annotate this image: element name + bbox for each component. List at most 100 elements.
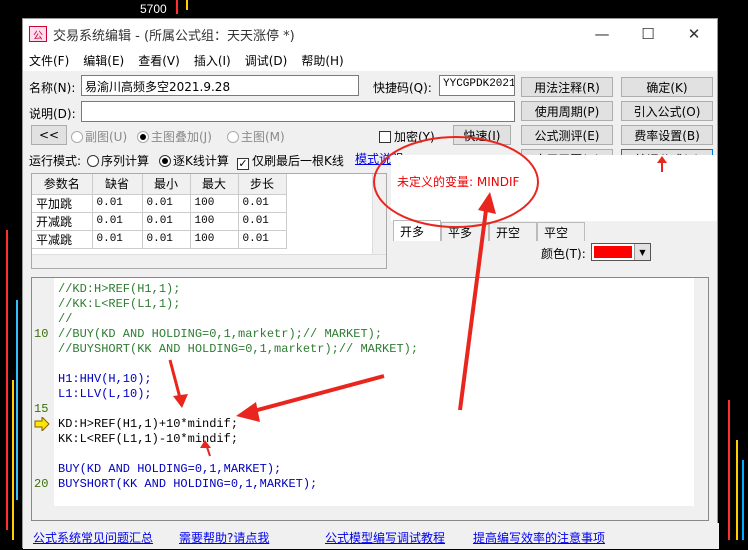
code-line[interactable]: //KK:L<REF(L1,1); xyxy=(58,297,180,312)
tab-open-long[interactable]: 开多 xyxy=(393,220,441,241)
tab-open-short[interactable]: 开空 xyxy=(489,222,537,241)
efficiency-tips-link[interactable]: 提高编写效率的注意事项 xyxy=(473,529,605,546)
import-formula-button[interactable]: 引入公式(O) xyxy=(621,101,713,121)
param-max[interactable]: 100 xyxy=(190,194,239,213)
table-row[interactable]: 平减跳 0.01 0.01 100 0.01 xyxy=(32,230,287,249)
param-step[interactable]: 0.01 xyxy=(238,230,287,249)
shortcut-field[interactable]: YYCGPDK2021 xyxy=(439,75,515,96)
chart-price-label: 5700 xyxy=(140,2,167,16)
menu-help[interactable]: 帮助(H) xyxy=(301,52,343,69)
sequence-label: 序列计算 xyxy=(101,154,150,168)
desc-field[interactable] xyxy=(81,101,515,122)
param-step[interactable]: 0.01 xyxy=(238,212,287,231)
code-line[interactable]: BUY(KD AND HOLDING=0,1,MARKET); xyxy=(58,462,281,477)
table-row[interactable]: 开减跳 0.01 0.01 100 0.01 xyxy=(32,212,287,231)
param-max[interactable]: 100 xyxy=(190,230,239,249)
chart-candle xyxy=(736,440,738,540)
error-message: 未定义的变量: MINDIF xyxy=(397,175,520,189)
table-row[interactable]: 平加跳 0.01 0.01 100 0.01 xyxy=(32,194,287,213)
param-min[interactable]: 0.01 xyxy=(142,194,191,213)
title-bar[interactable]: 公 交易系统编辑 - (所属公式组：天天涨停 *) — ☐ ✕ xyxy=(23,19,717,49)
radio-icon xyxy=(137,131,149,143)
param-name[interactable]: 平减跳 xyxy=(32,230,93,249)
fee-settings-button[interactable]: 费率设置(B) xyxy=(621,125,713,145)
sub-chart-radio[interactable]: 副图(U) xyxy=(71,128,127,145)
desc-label: 说明(D): xyxy=(29,107,76,121)
code-line[interactable]: // xyxy=(58,312,72,327)
param-default[interactable]: 0.01 xyxy=(92,212,143,231)
col-header: 缺省 xyxy=(92,174,143,195)
param-max[interactable]: 100 xyxy=(190,212,239,231)
app-icon: 公 xyxy=(29,26,47,42)
param-min[interactable]: 0.01 xyxy=(142,212,191,231)
checkbox-icon xyxy=(379,131,391,143)
formula-editor-window: 公 交易系统编辑 - (所属公式组：天天涨停 *) — ☐ ✕ 文件(F) 编辑… xyxy=(22,18,719,549)
use-period-button[interactable]: 使用周期(P) xyxy=(521,101,613,121)
footer-bar: 公式系统常见问题汇总 需要帮助?请点我 公式模型编写调试教程 提高编写效率的注意… xyxy=(23,523,719,549)
params-horizontal-scrollbar[interactable] xyxy=(32,254,386,268)
encrypt-label: 加密(Y) xyxy=(394,130,435,144)
chevron-down-icon[interactable]: ▼ xyxy=(634,244,650,260)
code-line[interactable]: KD:H>REF(H1,1)+10*mindif; xyxy=(58,417,238,432)
help-link[interactable]: 需要帮助?请点我 xyxy=(179,529,269,546)
param-default[interactable]: 0.01 xyxy=(92,230,143,249)
collapse-button[interactable]: << xyxy=(31,125,67,145)
checkbox-icon: ✓ xyxy=(237,157,249,170)
menu-view[interactable]: 查看(V) xyxy=(138,52,180,69)
code-line[interactable]: //BUY(KD AND HOLDING=0,1,marketr);// MAR… xyxy=(58,327,382,342)
radio-icon xyxy=(87,155,99,167)
minimize-button[interactable]: — xyxy=(579,19,625,49)
code-line[interactable]: H1:HHV(H,10); xyxy=(58,372,152,387)
main-overlay-radio[interactable]: 主图叠加(J) xyxy=(137,128,212,145)
test-formula-button[interactable]: 公式测评(E) xyxy=(521,125,613,145)
param-name[interactable]: 平加跳 xyxy=(32,194,93,213)
usage-note-button[interactable]: 用法注释(R) xyxy=(521,77,613,97)
color-swatch xyxy=(594,246,632,258)
menu-debug[interactable]: 调试(D) xyxy=(245,52,288,69)
tab-close-short[interactable]: 平空 xyxy=(537,222,585,241)
run-mode-label: 运行模式: xyxy=(29,154,82,168)
sub-chart-label: 副图(U) xyxy=(85,130,128,144)
tutorial-link[interactable]: 公式模型编写调试教程 xyxy=(325,529,445,546)
fast-button[interactable]: 快速(I) xyxy=(453,125,511,145)
tab-close-long[interactable]: 平多 xyxy=(441,222,489,241)
col-header: 步长 xyxy=(238,174,287,195)
code-line[interactable]: L1:LLV(L,10); xyxy=(58,387,152,402)
last-bar-only-label: 仅刷最后一根K线 xyxy=(252,154,344,168)
code-line[interactable]: //KD:H>REF(H1,1); xyxy=(58,282,180,297)
code-line[interactable]: //BUYSHORT(KK AND HOLDING=0,1,marketr);/… xyxy=(58,342,418,357)
param-name[interactable]: 开减跳 xyxy=(32,212,93,231)
col-header: 最小 xyxy=(142,174,191,195)
menu-file[interactable]: 文件(F) xyxy=(29,52,69,69)
chart-candle xyxy=(742,460,744,540)
line-number: 10 xyxy=(34,327,49,341)
sequence-radio[interactable]: 序列计算 xyxy=(87,152,149,169)
code-editor[interactable]: //KD:H>REF(H1,1);//KK:L<REF(L1,1);// 10 //… xyxy=(31,277,709,521)
params-header-row: 参数名 缺省 最小 最大 步长 xyxy=(32,174,287,195)
menu-insert[interactable]: 插入(I) xyxy=(194,52,231,69)
bar-by-bar-radio[interactable]: 逐K线计算 xyxy=(159,152,229,169)
close-button[interactable]: ✕ xyxy=(671,19,717,49)
main-chart-radio[interactable]: 主图(M) xyxy=(227,128,285,145)
last-bar-only-checkbox[interactable]: ✓ 仅刷最后一根K线 xyxy=(237,152,344,170)
radio-icon xyxy=(227,131,239,143)
faq-link[interactable]: 公式系统常见问题汇总 xyxy=(33,529,153,546)
line-number: 15 xyxy=(34,402,49,416)
confirm-button[interactable]: 确定(K) xyxy=(621,77,713,97)
param-default[interactable]: 0.01 xyxy=(92,194,143,213)
param-step[interactable]: 0.01 xyxy=(238,194,287,213)
code-line[interactable]: BUYSHORT(KK AND HOLDING=0,1,MARKET); xyxy=(58,477,317,492)
menu-edit[interactable]: 编辑(E) xyxy=(83,52,124,69)
editor-horizontal-scrollbar[interactable] xyxy=(32,506,708,520)
editor-vertical-scrollbar[interactable] xyxy=(694,278,708,520)
code-line[interactable]: KK:L<REF(L1,1)-10*mindif; xyxy=(58,432,238,447)
main-overlay-label: 主图叠加(J) xyxy=(151,130,212,144)
name-field[interactable]: 易渝川高频多空2021.9.28 xyxy=(81,75,359,96)
color-select[interactable]: ▼ xyxy=(591,243,651,261)
maximize-button[interactable]: ☐ xyxy=(625,19,671,49)
menu-bar: 文件(F) 编辑(E) 查看(V) 插入(I) 调试(D) 帮助(H) xyxy=(23,49,717,71)
encrypt-checkbox[interactable]: 加密(Y) xyxy=(379,128,435,145)
param-min[interactable]: 0.01 xyxy=(142,230,191,249)
window-title: 交易系统编辑 - (所属公式组：天天涨停 *) xyxy=(53,28,295,44)
chart-candle xyxy=(728,400,730,540)
